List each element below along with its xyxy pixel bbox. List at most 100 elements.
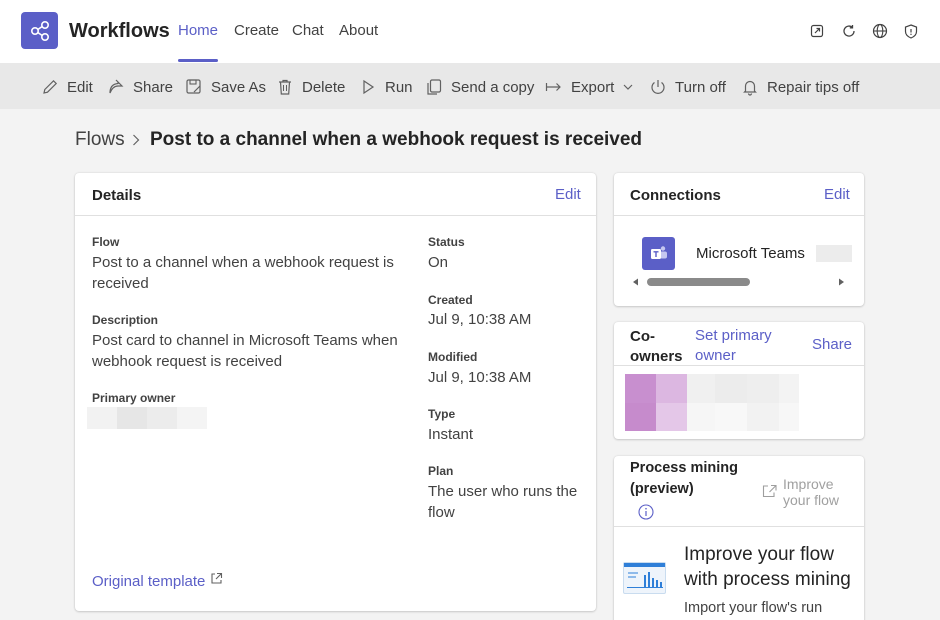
coowner-name-redacted: [687, 374, 799, 431]
teams-icon: [642, 237, 675, 270]
info-icon[interactable]: [638, 504, 654, 520]
details-edit-link[interactable]: Edit: [555, 186, 581, 203]
process-mining-divider: [614, 526, 864, 527]
bell-icon: [743, 80, 757, 96]
share-link[interactable]: Share: [812, 336, 852, 353]
connection-status-redacted: [816, 245, 852, 262]
export-button[interactable]: Export: [545, 77, 634, 97]
process-mining-heading-line1: Improve your flow: [684, 544, 834, 565]
connection-name: Microsoft Teams: [696, 245, 805, 262]
run-button[interactable]: Run: [359, 77, 413, 97]
original-template-link[interactable]: Original template: [92, 572, 223, 590]
improve-flow-line1: Improve: [783, 476, 834, 492]
tab-chat[interactable]: Chat: [292, 22, 324, 39]
primary-owner-redacted: [87, 407, 207, 429]
set-primary-owner-link-line2[interactable]: owner: [695, 346, 736, 366]
copy-icon: [427, 79, 442, 95]
plan-value-line1: The user who runs the: [428, 483, 578, 500]
tab-about[interactable]: About: [339, 22, 378, 39]
delete-label: Delete: [302, 78, 346, 96]
flow-label: Flow: [92, 235, 120, 249]
improve-flow-line2: your flow: [783, 492, 840, 508]
status-label: Status: [428, 235, 465, 249]
coowners-title-line2: owners: [630, 348, 683, 365]
edit-button[interactable]: Edit: [41, 77, 93, 97]
plan-label: Plan: [428, 464, 454, 478]
turn-off-label: Turn off: [675, 78, 726, 96]
scrollbar-thumb[interactable]: [647, 278, 750, 286]
chevron-right-icon: [133, 134, 140, 146]
app-title: Workflows: [69, 20, 170, 42]
status-value: On: [428, 254, 449, 271]
breadcrumb-flows[interactable]: Flows: [75, 129, 125, 151]
improve-flow-button[interactable]: Improve your flow: [762, 476, 854, 510]
repair-tips-button[interactable]: Repair tips off: [741, 77, 859, 97]
created-value: Jul 9, 10:38 AM: [428, 311, 532, 328]
power-icon: [651, 80, 665, 94]
edit-label: Edit: [67, 78, 93, 96]
connections-edit-link[interactable]: Edit: [824, 186, 850, 203]
coowners-card: Co- owners Set primary owner Share: [614, 322, 864, 439]
shield-icon[interactable]: [902, 22, 920, 40]
process-mining-card: Process mining (preview) Improve your fl…: [614, 456, 864, 620]
description-value-line2: webhook request is received: [92, 353, 283, 370]
refresh-icon[interactable]: [840, 22, 858, 40]
tab-home[interactable]: Home: [178, 22, 218, 39]
active-tab-indicator: [178, 59, 218, 62]
share-label: Share: [133, 78, 174, 96]
page-title: Post to a channel when a webhook request…: [150, 129, 643, 150]
coowners-title-line1: Co-: [630, 328, 655, 345]
globe-icon[interactable]: [871, 22, 889, 40]
repair-tips-label: Repair tips off: [767, 78, 860, 96]
horizontal-scrollbar[interactable]: [632, 275, 849, 289]
original-template-label: Original template: [92, 573, 206, 590]
primary-owner-label: Primary owner: [92, 391, 176, 405]
connections-divider: [614, 215, 864, 216]
process-mining-illustration-icon: [623, 562, 666, 594]
process-mining-title-line2: (preview): [630, 481, 694, 497]
details-title: Details: [92, 187, 142, 204]
type-label: Type: [428, 407, 456, 421]
workflow-icon[interactable]: [21, 12, 58, 49]
created-label: Created: [428, 293, 473, 307]
plan-value-line2: flow: [428, 504, 455, 521]
run-label: Run: [385, 78, 413, 96]
delete-button[interactable]: Delete: [276, 77, 345, 97]
share-icon: [109, 79, 124, 94]
chevron-down-icon: [623, 84, 633, 90]
set-primary-owner-link-line1[interactable]: Set primary: [695, 326, 772, 346]
coowner-avatar-redacted: [625, 374, 687, 431]
play-icon: [363, 79, 375, 95]
details-divider: [75, 215, 596, 216]
save-as-icon: [186, 79, 201, 94]
share-button[interactable]: Share: [107, 77, 173, 97]
popout-icon[interactable]: [808, 22, 826, 40]
external-link-icon: [762, 484, 777, 498]
trash-icon: [279, 79, 291, 95]
pencil-icon: [43, 79, 58, 94]
command-toolbar: Edit Share Save As Delete Run Send a cop…: [0, 63, 940, 109]
process-mining-body: Import your flow's run: [684, 600, 823, 616]
coowners-divider: [614, 365, 864, 366]
send-copy-label: Send a copy: [451, 78, 535, 96]
process-mining-title-line1: Process mining: [630, 460, 738, 476]
connections-title: Connections: [630, 187, 721, 204]
export-label: Export: [571, 78, 615, 96]
description-value-line1: Post card to channel in Microsoft Teams …: [92, 332, 398, 349]
external-link-icon: [211, 572, 223, 584]
tab-create[interactable]: Create: [234, 22, 279, 39]
type-value: Instant: [428, 426, 474, 443]
app-header: Workflows Home Create Chat About: [0, 0, 940, 63]
description-label: Description: [92, 313, 159, 327]
turn-off-button[interactable]: Turn off: [649, 77, 726, 97]
modified-label: Modified: [428, 350, 478, 364]
save-as-button[interactable]: Save As: [185, 77, 266, 97]
process-mining-heading-line2: with process mining: [684, 569, 851, 590]
connections-card: Connections Edit Microsoft Teams: [614, 173, 864, 306]
modified-value: Jul 9, 10:38 AM: [428, 369, 532, 386]
save-as-label: Save As: [211, 78, 267, 96]
flow-value-line1: Post to a channel when a webhook request…: [92, 254, 394, 271]
export-icon: [545, 83, 561, 91]
send-copy-button[interactable]: Send a copy: [425, 77, 534, 97]
details-card: Details Edit Flow Post to a channel when…: [75, 173, 596, 611]
